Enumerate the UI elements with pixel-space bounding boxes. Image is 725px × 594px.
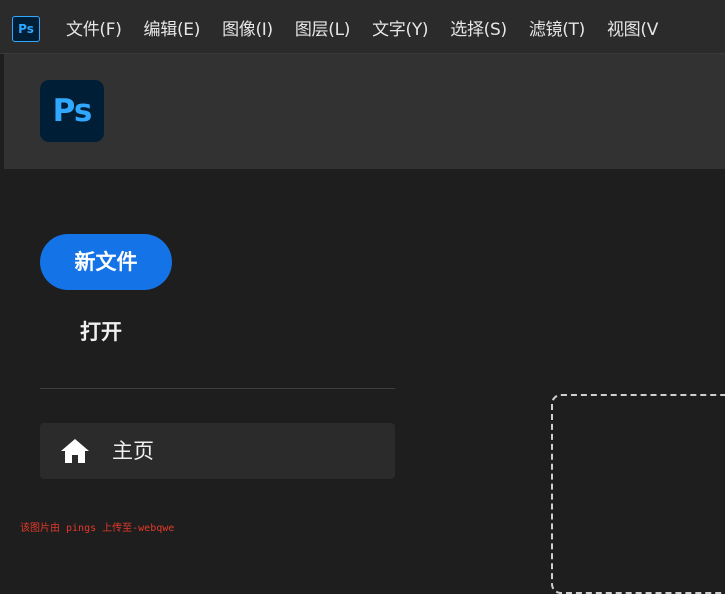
menu-layer[interactable]: 图层(L) (295, 15, 351, 40)
menu-view[interactable]: 视图(V (607, 15, 658, 40)
home-panel: 新文件 打开 主页 (4, 169, 725, 594)
menu-type[interactable]: 文字(Y) (372, 15, 428, 40)
menu-items: 文件(F) 编辑(E) 图像(I) 图层(L) 文字(Y) 选择(S) 滤镜(T… (66, 0, 680, 53)
sidebar-item-home[interactable]: 主页 (40, 423, 395, 479)
menu-select[interactable]: 选择(S) (450, 15, 507, 40)
watermark-text: 该图片由 pings 上传至-webqwe (20, 523, 175, 534)
photoshop-logo: Ps (40, 80, 104, 142)
menu-edit[interactable]: 编辑(E) (144, 15, 201, 40)
sidebar-divider (40, 388, 395, 389)
open-button[interactable]: 打开 (64, 312, 138, 352)
menu-file[interactable]: 文件(F) (66, 15, 122, 40)
sidebar-item-label: 主页 (112, 439, 154, 463)
file-drop-zone[interactable] (551, 394, 725, 594)
photoshop-app-icon[interactable]: Ps (12, 16, 40, 42)
new-file-button[interactable]: 新文件 (40, 234, 172, 290)
home-icon (61, 439, 89, 463)
home-header: Ps (4, 54, 725, 169)
menu-image[interactable]: 图像(I) (222, 15, 273, 40)
menu-bar: Ps 文件(F) 编辑(E) 图像(I) 图层(L) 文字(Y) 选择(S) 滤… (0, 0, 725, 54)
menu-filter[interactable]: 滤镜(T) (529, 15, 585, 40)
